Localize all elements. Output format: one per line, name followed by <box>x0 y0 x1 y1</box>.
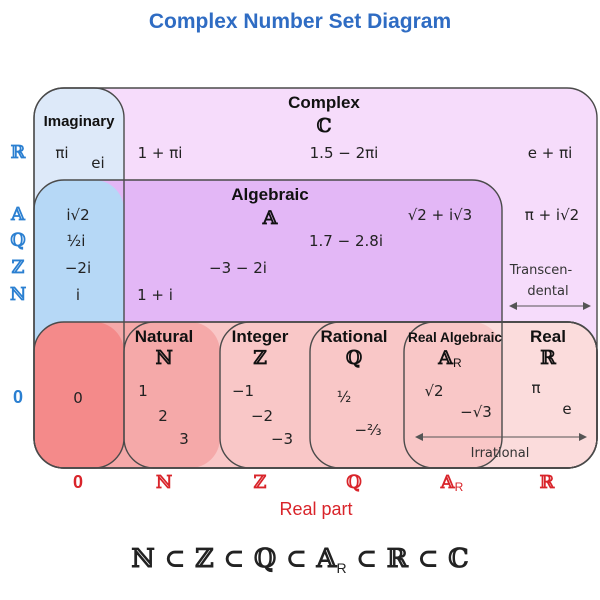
number-one: 1 <box>138 382 148 400</box>
imaginary-axis: ℝ 𝔸 ℚ ℤ ℕ 0 <box>10 142 27 407</box>
subset-chain: ℕ ⊂ ℤ ⊂ ℚ ⊂ 𝔸R ⊂ ℝ ⊂ ℂ <box>0 544 600 576</box>
real-axis-label: Real part <box>279 499 352 519</box>
number-pi-plus-i-sqrt2: π + i√2 <box>525 206 579 224</box>
number-e: e <box>562 400 571 418</box>
number-i-sqrt2: i√2 <box>66 206 89 224</box>
number-minus-two: −2 <box>251 407 273 425</box>
number-sqrt2: √2 <box>424 382 443 400</box>
natural-set-symbol: ℕ <box>155 347 173 369</box>
real-tick-ra-main: 𝔸 <box>440 472 456 493</box>
real-set-symbol: ℝ <box>540 347 557 369</box>
complex-set-symbol: ℂ <box>316 115 331 137</box>
number-two: 2 <box>158 407 168 425</box>
imag-tick-zero: 0 <box>13 387 23 407</box>
number-i: i <box>76 286 80 304</box>
real-axis: 0 ℕ ℤ ℚ 𝔸R ℝ Real part <box>73 472 556 519</box>
number-half-i: ½i <box>67 232 86 250</box>
number-e-i: ei <box>91 154 104 172</box>
number-1-7-minus-2-8i: 1.7 − 2.8i <box>309 232 383 250</box>
number-1-plus-i: 1 + i <box>137 286 173 304</box>
number-minus3-minus-2i: −3 − 2i <box>209 259 267 277</box>
imag-tick-algebraic: 𝔸 <box>10 204 26 225</box>
number-minus-sqrt3: −√3 <box>460 403 492 421</box>
real-algebraic-set-label: Real Algebraic <box>408 330 502 345</box>
real-tick-ra-sub: R <box>455 480 464 494</box>
real-tick-real: ℝ <box>540 472 556 493</box>
number-1-5-minus-2pi-i: 1.5 − 2πi <box>310 144 379 162</box>
number-pi-i: πi <box>55 144 68 162</box>
chain-rational: ℚ <box>253 544 277 574</box>
real-tick-integer: ℤ <box>253 472 266 493</box>
chain-natural: ℕ <box>131 544 156 574</box>
chain-subset-2: ⊂ <box>213 544 254 574</box>
integer-set-symbol: ℤ <box>253 347 267 369</box>
chain-complex: ℂ <box>448 544 469 574</box>
imaginary-set-label: Imaginary <box>44 113 116 130</box>
imag-tick-integer: ℤ <box>11 257 24 278</box>
number-1-plus-pi-i: 1 + πi <box>138 144 183 162</box>
real-set-label: Real <box>530 327 566 346</box>
number-one-half: ½ <box>337 388 352 406</box>
imag-tick-natural: ℕ <box>10 284 27 305</box>
number-zero: 0 <box>73 389 83 407</box>
real-algebraic-symbol-sub: R <box>453 356 462 370</box>
chain-integer: ℤ <box>194 544 214 574</box>
rational-set-symbol: ℚ <box>346 347 363 369</box>
chain-subset-3: ⊂ <box>276 544 317 574</box>
number-minus-one: −1 <box>232 382 254 400</box>
real-tick-zero: 0 <box>73 472 83 492</box>
number-pi: π <box>531 379 540 397</box>
number-minus-three: −3 <box>271 430 293 448</box>
complex-set-label: Complex <box>288 93 360 112</box>
number-minus-two-thirds: −⅔ <box>354 421 381 439</box>
natural-set-label: Natural <box>135 327 194 346</box>
number-e-plus-pi-i: e + πi <box>528 144 573 162</box>
irrational-label: Irrational <box>471 446 530 461</box>
real-tick-real-algebraic: 𝔸R <box>440 472 464 494</box>
number-set-diagram: Imaginary Complex ℂ Algebraic 𝔸 Natural … <box>10 87 598 519</box>
number-three: 3 <box>179 430 189 448</box>
chain-subset-1: ⊂ <box>155 544 195 574</box>
half-i-suffix: i <box>81 232 85 250</box>
algebraic-set-label: Algebraic <box>231 185 308 204</box>
number-minus-2i: −2i <box>65 259 91 277</box>
half-i-fraction: ½ <box>67 232 82 250</box>
real-tick-rational: ℚ <box>346 472 362 493</box>
imag-tick-rational: ℚ <box>10 230 26 251</box>
chain-real-algebraic-sub: R <box>336 560 347 577</box>
chain-subset-5: ⊂ <box>408 544 449 574</box>
transcendental-label-line1: Transcen- <box>509 263 573 278</box>
chain-subset-4: ⊂ <box>346 544 387 574</box>
imag-tick-real: ℝ <box>11 142 27 163</box>
real-algebraic-symbol-main: 𝔸 <box>437 347 454 369</box>
rational-set-label: Rational <box>320 327 387 346</box>
real-tick-natural: ℕ <box>156 472 173 493</box>
integer-set-label: Integer <box>232 327 289 346</box>
chain-real: ℝ <box>386 544 409 574</box>
number-sqrt2-plus-i-sqrt3: √2 + i√3 <box>408 206 472 224</box>
transcendental-label-line2: dental <box>527 284 568 299</box>
chain-real-algebraic: 𝔸 <box>316 544 337 574</box>
algebraic-set-symbol: 𝔸 <box>262 207 279 229</box>
